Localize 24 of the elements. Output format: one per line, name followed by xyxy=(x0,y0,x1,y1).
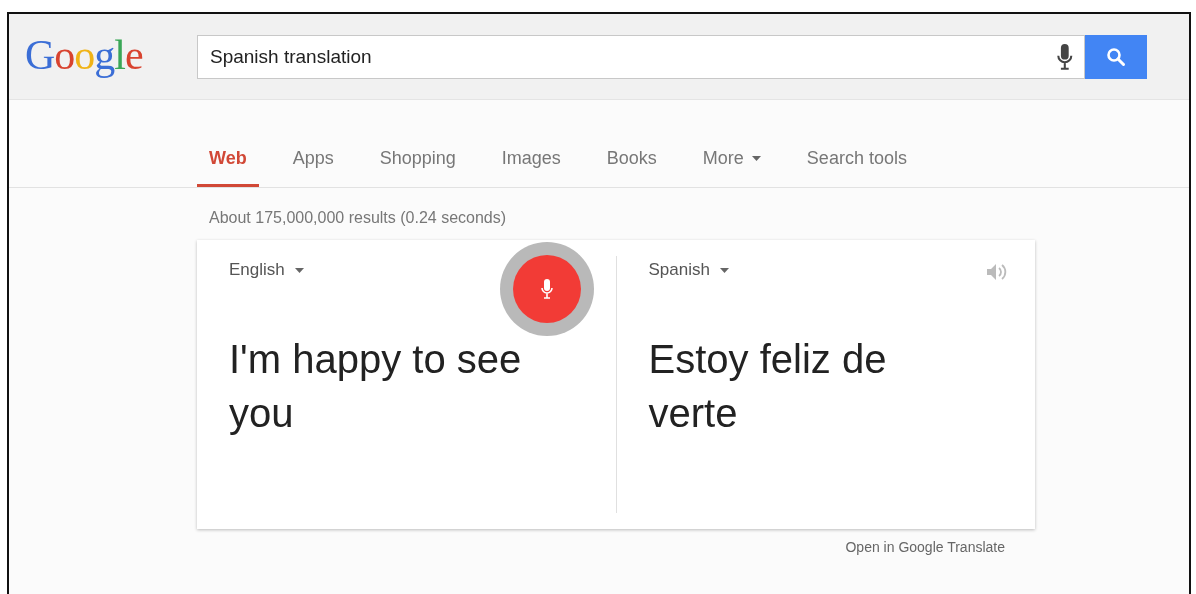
nav-tab[interactable]: Web xyxy=(197,148,259,187)
caret-icon xyxy=(294,267,304,273)
speaker-icon[interactable] xyxy=(985,262,1007,282)
source-text: I'm happy to see you xyxy=(229,336,523,437)
nav-tab[interactable]: More xyxy=(690,148,773,187)
source-language-select[interactable]: English xyxy=(229,260,304,280)
nav-tab[interactable]: Search tools xyxy=(794,148,919,187)
microphone-icon xyxy=(541,279,553,299)
target-language-select[interactable]: Spanish xyxy=(648,260,729,280)
voice-input-button[interactable] xyxy=(513,255,581,323)
result-stats: About 175,000,000 results (0.24 seconds) xyxy=(209,209,507,226)
microphone-icon xyxy=(1057,43,1073,70)
translated-text: Estoy feliz de verte xyxy=(648,336,888,437)
caret-icon xyxy=(719,267,729,273)
open-translate-link[interactable]: Open in Google Translate xyxy=(845,539,1005,555)
nav-tab[interactable]: Shopping xyxy=(367,148,468,187)
nav-tab[interactable]: Books xyxy=(594,148,669,187)
nav-tab[interactable]: Apps xyxy=(280,148,346,187)
search-field[interactable]: Spanish translation xyxy=(197,34,1085,79)
search-button[interactable] xyxy=(1085,34,1147,79)
caret-icon xyxy=(751,156,761,161)
nav-tab[interactable]: Images xyxy=(489,148,573,187)
search-icon xyxy=(1106,46,1126,67)
logo[interactable]: Google xyxy=(25,30,197,79)
